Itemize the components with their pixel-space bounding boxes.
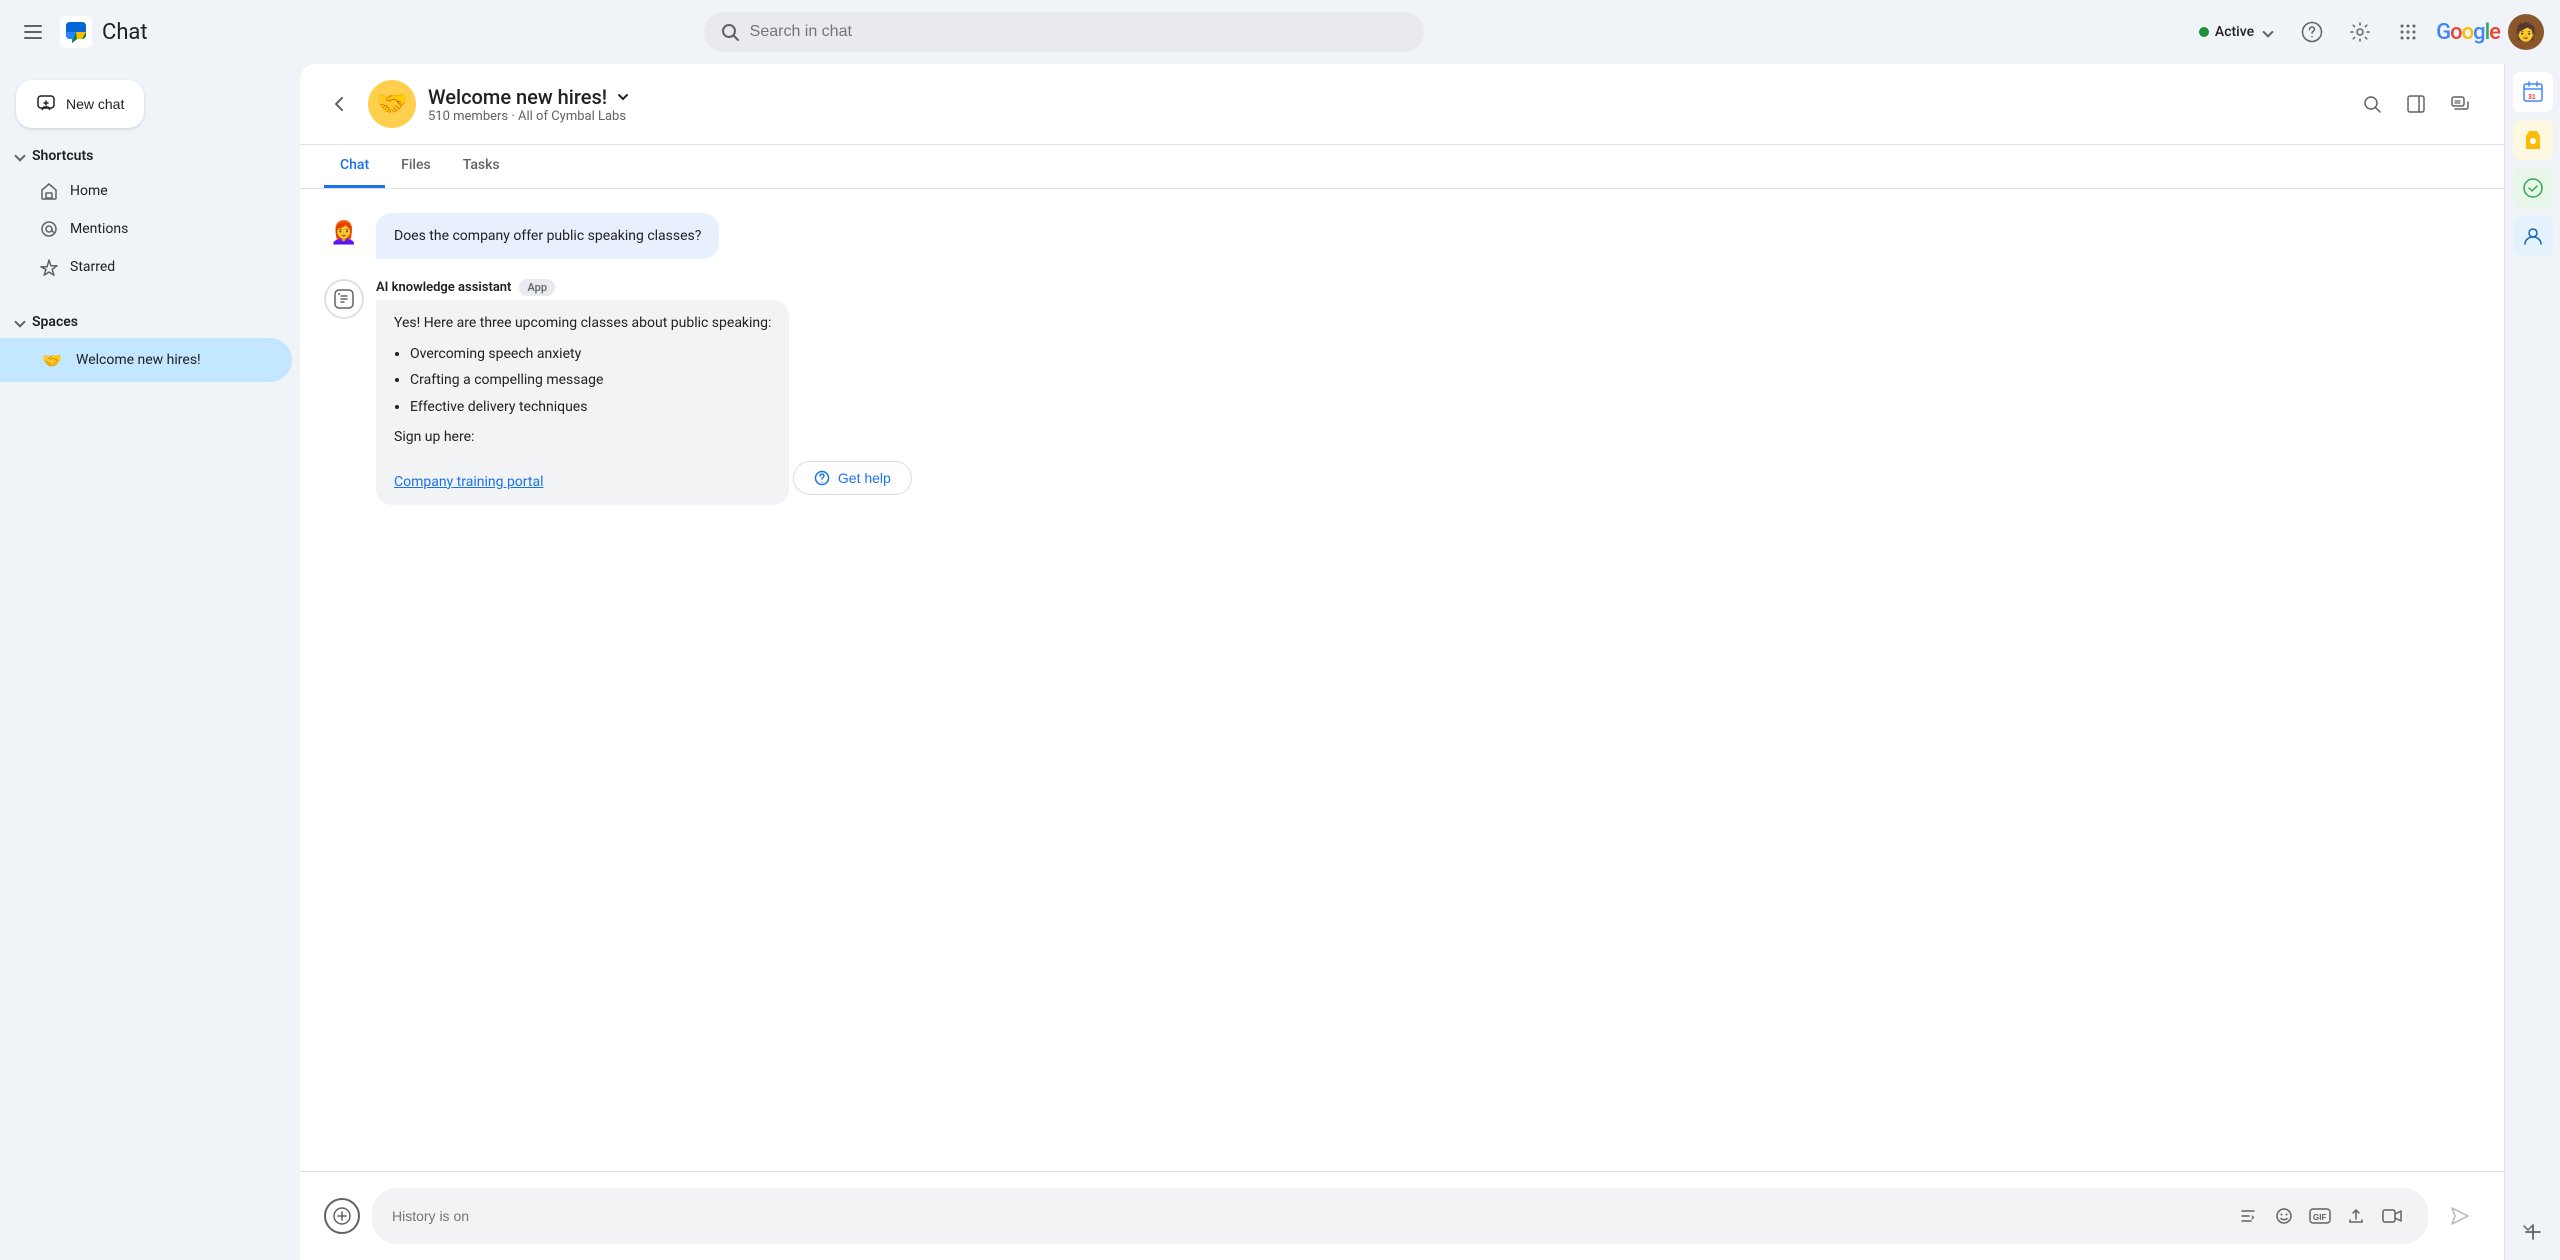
list-item: Effective delivery techniques: [410, 396, 771, 418]
tasks-app-button[interactable]: [2513, 168, 2553, 208]
sidebar-item-welcome-new-hires[interactable]: 🤝 Welcome new hires!: [0, 338, 292, 382]
user-message-content: Does the company offer public speaking c…: [376, 213, 1076, 259]
signup-text: Sign up here:: [394, 426, 771, 448]
chat-tabs: Chat Files Tasks: [300, 145, 2504, 189]
add-attachment-button[interactable]: [324, 1198, 360, 1234]
user-avatar[interactable]: 🧑: [2508, 14, 2544, 50]
status-dot: [2199, 27, 2209, 37]
spaces-section: Spaces 🤝 Welcome new hires!: [0, 306, 300, 382]
chat-subtitle: 510 members · All of Cymbal Labs: [428, 109, 2340, 124]
calendar-app-button[interactable]: 31: [2513, 72, 2553, 112]
home-icon: [40, 182, 58, 200]
search-bar: [704, 12, 1424, 52]
app-logo: [60, 16, 92, 48]
hamburger-button[interactable]: [16, 15, 50, 49]
chat-header: 🤝 Welcome new hires! 510 members · All o…: [300, 64, 2504, 145]
ai-sender-name: AI knowledge assistant: [376, 280, 511, 295]
input-actions: GIF: [2232, 1200, 2408, 1232]
gif-button[interactable]: GIF: [2304, 1200, 2336, 1232]
settings-button[interactable]: [2340, 12, 2380, 52]
sidebar-item-mentions[interactable]: Mentions: [0, 210, 292, 248]
apps-button[interactable]: [2388, 12, 2428, 52]
chat-threads-button[interactable]: [2440, 84, 2480, 124]
main-layout: New chat Shortcuts Home Ment: [0, 64, 2560, 1260]
mentions-label: Mentions: [70, 221, 128, 237]
spaces-header[interactable]: Spaces: [0, 306, 292, 338]
sidebar-item-starred[interactable]: Starred: [0, 248, 292, 286]
chat-area: 🤝 Welcome new hires! 510 members · All o…: [300, 64, 2504, 1260]
home-label: Home: [70, 183, 108, 199]
list-item: Overcoming speech anxiety: [410, 343, 771, 365]
back-button[interactable]: [324, 88, 356, 120]
get-help-icon: [814, 470, 830, 486]
training-portal-link[interactable]: Company training portal: [394, 474, 543, 490]
space-label: Welcome new hires!: [76, 352, 201, 368]
expand-panel-button[interactable]: [2512, 1212, 2544, 1244]
chat-title: Welcome new hires!: [428, 85, 2340, 109]
chat-sidebar-button[interactable]: [2396, 84, 2436, 124]
spaces-label: Spaces: [32, 314, 78, 330]
message-input-wrapper: GIF: [372, 1188, 2428, 1244]
chat-header-info: Welcome new hires! 510 members · All of …: [428, 85, 2340, 124]
new-chat-label: New chat: [66, 96, 124, 112]
new-chat-icon: [36, 94, 56, 114]
shortcuts-label: Shortcuts: [32, 148, 93, 164]
tab-files[interactable]: Files: [385, 145, 447, 188]
ai-message-list: Overcoming speech anxiety Crafting a com…: [410, 343, 771, 418]
message-row: 👩‍🦰 Does the company offer public speaki…: [324, 213, 2480, 259]
emoji-button[interactable]: [2268, 1200, 2300, 1232]
ai-message-content: AI knowledge assistant App Yes! Here are…: [376, 279, 1076, 505]
tab-chat[interactable]: Chat: [324, 145, 385, 188]
google-logo: Google: [2436, 20, 2500, 45]
ai-app-badge: App: [519, 279, 555, 296]
shortcuts-section: Shortcuts Home Mentions: [0, 140, 300, 286]
active-label: Active: [2215, 24, 2254, 40]
app-title: Chat: [102, 20, 148, 45]
keep-app-button[interactable]: [2513, 120, 2553, 160]
svg-text:GIF: GIF: [2313, 1213, 2326, 1222]
ai-message-avatar: [324, 279, 364, 319]
title-chevron-icon: [615, 89, 631, 105]
topbar: Chat Active: [0, 0, 2560, 64]
sidebar-item-home[interactable]: Home: [0, 172, 292, 210]
upload-button[interactable]: [2340, 1200, 2372, 1232]
get-help-button[interactable]: Get help: [793, 461, 912, 495]
new-chat-button[interactable]: New chat: [16, 80, 144, 128]
space-emoji: 🤝: [40, 348, 64, 372]
active-status-button[interactable]: Active: [2187, 18, 2284, 46]
video-button[interactable]: [2376, 1200, 2408, 1232]
chat-space-icon: 🤝: [368, 80, 416, 128]
user-message-avatar: 👩‍🦰: [324, 213, 364, 253]
ai-message-row: AI knowledge assistant App Yes! Here are…: [324, 279, 2480, 505]
user-message-bubble: Does the company offer public speaking c…: [376, 213, 719, 259]
list-item: Crafting a compelling message: [410, 369, 771, 391]
contacts-app-button[interactable]: [2513, 216, 2553, 256]
topbar-right: Active: [2187, 12, 2544, 52]
search-input[interactable]: [750, 23, 1408, 41]
chat-search-button[interactable]: [2352, 84, 2392, 124]
mentions-icon: [40, 220, 58, 238]
sidebar: New chat Shortcuts Home Ment: [0, 64, 300, 1260]
starred-label: Starred: [70, 259, 115, 275]
search-icon: [720, 22, 740, 42]
ai-sender-row: AI knowledge assistant App: [376, 279, 1076, 296]
text-format-button[interactable]: [2232, 1200, 2264, 1232]
shortcuts-collapse-icon: [14, 150, 25, 161]
right-panel: 31: [2504, 64, 2560, 1260]
tab-tasks[interactable]: Tasks: [447, 145, 516, 188]
star-icon: [40, 258, 58, 276]
svg-text:31: 31: [2528, 94, 2536, 101]
message-input[interactable]: [392, 1208, 2224, 1224]
status-chevron-icon: [2262, 26, 2273, 37]
topbar-left: Chat: [16, 15, 316, 49]
send-button[interactable]: [2440, 1196, 2480, 1236]
input-area: GIF: [300, 1171, 2504, 1260]
chat-header-actions: [2352, 84, 2480, 124]
help-button[interactable]: [2292, 12, 2332, 52]
search-input-wrapper: [704, 12, 1424, 52]
spaces-collapse-icon: [14, 316, 25, 327]
shortcuts-header[interactable]: Shortcuts: [0, 140, 292, 172]
messages-area: 👩‍🦰 Does the company offer public speaki…: [300, 189, 2504, 1171]
ai-message-bubble: Yes! Here are three upcoming classes abo…: [376, 300, 789, 505]
